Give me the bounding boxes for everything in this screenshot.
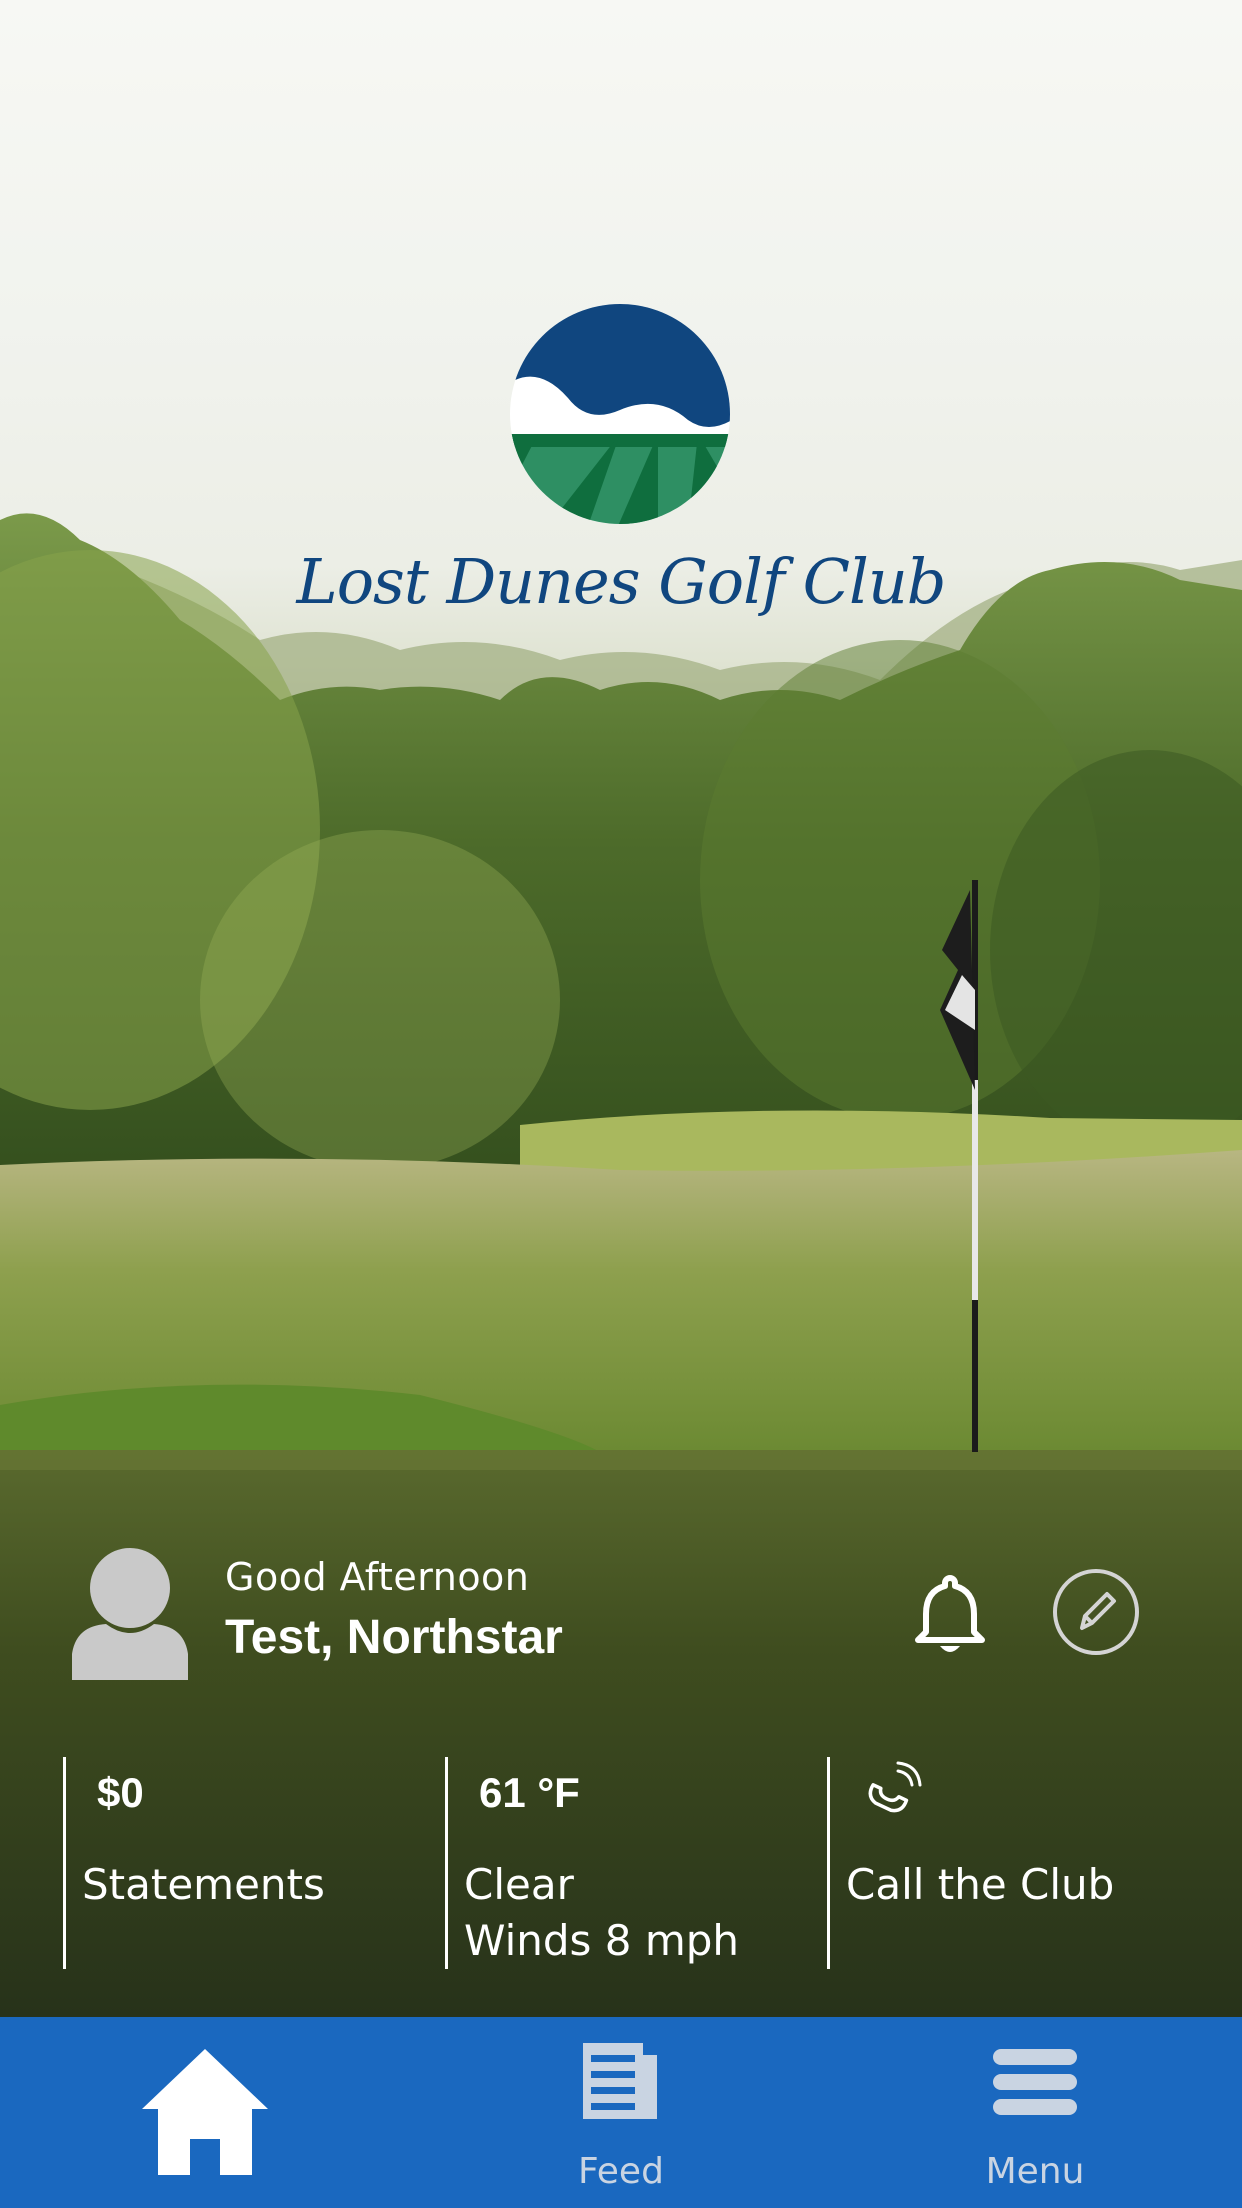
balance-value: $0 xyxy=(97,1769,144,1816)
bell-icon[interactable] xyxy=(914,1574,986,1656)
nav-menu-label: Menu xyxy=(985,2151,1085,2192)
call-club-label: Call the Club xyxy=(846,1860,1115,1909)
member-name[interactable]: Test, Northstar xyxy=(225,1610,563,1665)
avatar-icon[interactable] xyxy=(72,1546,188,1680)
home-icon xyxy=(142,2049,268,2175)
nav-menu[interactable]: Menu xyxy=(828,2017,1242,2208)
statements-label: Statements xyxy=(82,1860,325,1909)
nav-feed[interactable]: Feed xyxy=(414,2017,828,2208)
wind-text: Winds 8 mph xyxy=(464,1916,740,1965)
edit-profile-button[interactable] xyxy=(1052,1568,1140,1656)
call-club-tile[interactable]: Call the Club xyxy=(827,1757,1189,1969)
club-logo-wordmark: Lost Dunes Golf Club xyxy=(296,545,947,618)
club-logo-icon xyxy=(510,304,730,524)
greeting-text: Good Afternoon xyxy=(225,1555,530,1599)
weather-conditions: Clear Winds 8 mph xyxy=(464,1857,739,1969)
phone-icon xyxy=(868,1761,922,1813)
nav-home[interactable] xyxy=(0,2017,414,2208)
weather-condition-text: Clear xyxy=(464,1860,574,1909)
hero-background: Lost Dunes Golf Club xyxy=(0,0,1242,2017)
temperature-value: 61 °F xyxy=(479,1769,580,1816)
newspaper-icon xyxy=(583,2043,657,2119)
bottom-nav-bar: Feed Menu xyxy=(0,2017,1242,2208)
pencil-icon xyxy=(1080,1592,1116,1630)
weather-tile[interactable]: 61 °F Clear Winds 8 mph xyxy=(445,1757,807,1969)
nav-feed-label: Feed xyxy=(578,2151,664,2192)
statements-tile[interactable]: $0 Statements xyxy=(63,1757,425,1969)
hamburger-icon xyxy=(993,2049,1077,2115)
